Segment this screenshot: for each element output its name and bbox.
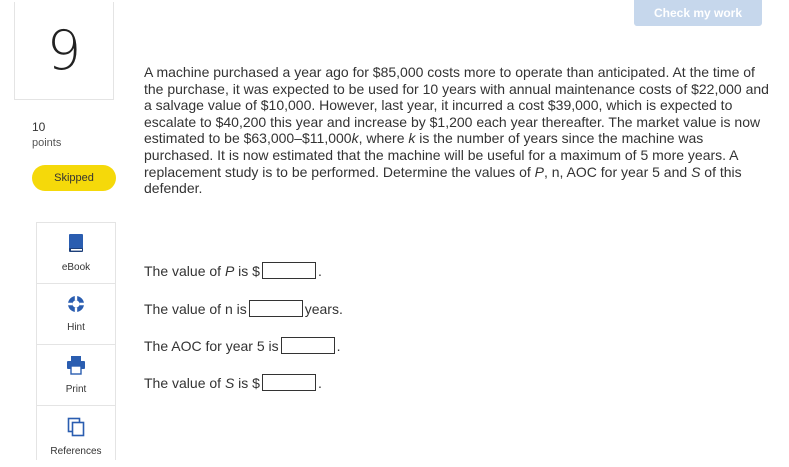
skipped-badge: Skipped — [32, 165, 116, 191]
points-value: 10 — [32, 120, 46, 134]
lifebuoy-icon — [67, 295, 85, 318]
hint-label: Hint — [67, 322, 85, 333]
book-icon — [67, 233, 85, 258]
ebook-label: eBook — [61, 262, 91, 273]
question-text: A machine purchased a year ago for $85,0… — [144, 64, 769, 197]
documents-icon — [67, 417, 85, 442]
question-number: 9 — [46, 19, 82, 82]
answer-aoc-row: The AOC for year 5 is . — [144, 337, 341, 354]
question-number-box: 9 — [14, 2, 114, 100]
check-my-work-button[interactable]: Check my work — [634, 0, 762, 26]
answer-aoc-input[interactable] — [280, 337, 335, 354]
references-label: References — [50, 445, 102, 457]
answer-n-row: The value of n is years. — [144, 300, 343, 317]
ebook-button[interactable]: eBook — [37, 223, 115, 284]
printer-icon — [66, 355, 86, 380]
answer-p-row: The value of P is $ . — [144, 262, 322, 279]
points-label: points — [32, 137, 62, 149]
answer-s-input[interactable] — [261, 374, 316, 391]
answer-p-input[interactable] — [261, 262, 316, 279]
answer-s-row: The value of S is $ . — [144, 374, 322, 391]
hint-button[interactable]: Hint — [37, 284, 115, 345]
references-button[interactable]: References — [37, 406, 115, 467]
tools-panel: eBook Hint Print References — [36, 222, 116, 460]
print-button[interactable]: Print — [37, 345, 115, 406]
print-label: Print — [65, 384, 87, 395]
answer-n-input[interactable] — [248, 300, 303, 317]
